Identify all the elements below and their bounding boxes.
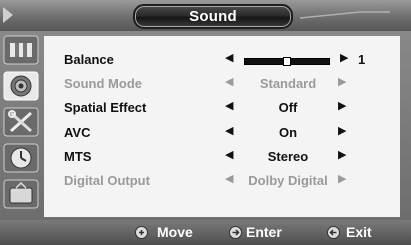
tv-icon xyxy=(3,179,39,209)
menu-row-value: Dolby Digital xyxy=(248,173,328,188)
menu-row-value: Stereo xyxy=(267,149,309,164)
hint-exit-label: Exit xyxy=(346,224,372,240)
corner-triangle-icon xyxy=(3,7,13,23)
sidebar-item-time[interactable] xyxy=(3,143,39,173)
arrow-left-icon[interactable]: ◀ xyxy=(225,99,233,112)
arrow-left-icon[interactable]: ◀ xyxy=(225,148,233,161)
arrow-left-icon: ◀ xyxy=(225,76,234,88)
arrow-right-icon: ▶ xyxy=(338,173,347,185)
menu-row-label: Sound Mode xyxy=(64,76,142,91)
arrow-right-icon[interactable]: ▶ xyxy=(338,124,346,137)
menu-row-sound-mode: Sound Mode ◀ Standard ▶ xyxy=(44,72,400,96)
tv-osd-window: Sound Balance ◀ ▶ 1 Sound Mode ◀ Standar… xyxy=(0,0,411,245)
sidebar-item-picture[interactable] xyxy=(3,35,39,65)
footer-hint-bar: Move Enter Exit xyxy=(0,220,411,245)
sound-icon xyxy=(3,71,39,101)
move-icon xyxy=(135,226,148,239)
menu-row-label: Spatial Effect xyxy=(64,100,147,115)
balance-slider-knob[interactable] xyxy=(283,57,291,66)
arrow-right-icon: ▶ xyxy=(338,76,347,88)
arrow-right-icon[interactable]: ▶ xyxy=(340,51,348,64)
sidebar xyxy=(0,31,43,220)
arrow-right-icon[interactable]: ▶ xyxy=(338,99,346,112)
picture-icon xyxy=(3,35,39,65)
setup-tools-icon xyxy=(3,107,39,137)
clock-icon xyxy=(3,143,39,173)
menu-row-label: Balance xyxy=(64,52,114,67)
enter-icon xyxy=(229,226,242,239)
page-title: Sound xyxy=(189,8,237,25)
menu-row-label: AVC xyxy=(64,125,91,140)
menu-row-avc[interactable]: AVC ◀ On ▶ xyxy=(44,121,400,145)
sidebar-item-channel[interactable] xyxy=(3,179,39,209)
balance-value: 1 xyxy=(358,52,366,67)
menu-row-label: MTS xyxy=(64,149,92,164)
menu-row-mts[interactable]: MTS ◀ Stereo ▶ xyxy=(44,145,400,169)
menu-row-value: Standard xyxy=(259,76,317,91)
arrow-left-icon: ◀ xyxy=(225,173,234,185)
menu-row-balance[interactable]: Balance ◀ ▶ 1 xyxy=(44,48,400,72)
exit-icon xyxy=(327,226,340,239)
hint-move-label: Move xyxy=(157,224,193,240)
title-bar: Sound xyxy=(0,0,411,31)
sidebar-item-setup[interactable] xyxy=(3,107,39,137)
arrow-right-icon[interactable]: ▶ xyxy=(338,148,346,161)
arrow-left-icon[interactable]: ◀ xyxy=(225,124,233,137)
menu-row-spatial-effect[interactable]: Spatial Effect ◀ Off ▶ xyxy=(44,96,400,120)
arrow-left-icon[interactable]: ◀ xyxy=(225,51,233,64)
sidebar-item-sound[interactable] xyxy=(3,71,39,101)
hint-enter-label: Enter xyxy=(246,224,282,240)
title-decoration xyxy=(300,11,390,19)
menu-row-digital-output: Digital Output ◀ Dolby Digital ▶ xyxy=(44,169,400,193)
menu-row-value: Off xyxy=(278,100,298,115)
title-pill: Sound xyxy=(133,4,293,29)
menu-panel: Balance ◀ ▶ 1 Sound Mode ◀ Standard ▶ Sp… xyxy=(44,36,400,217)
balance-slider[interactable] xyxy=(244,57,330,66)
menu-row-value: On xyxy=(278,125,298,140)
menu-row-label: Digital Output xyxy=(64,173,150,188)
